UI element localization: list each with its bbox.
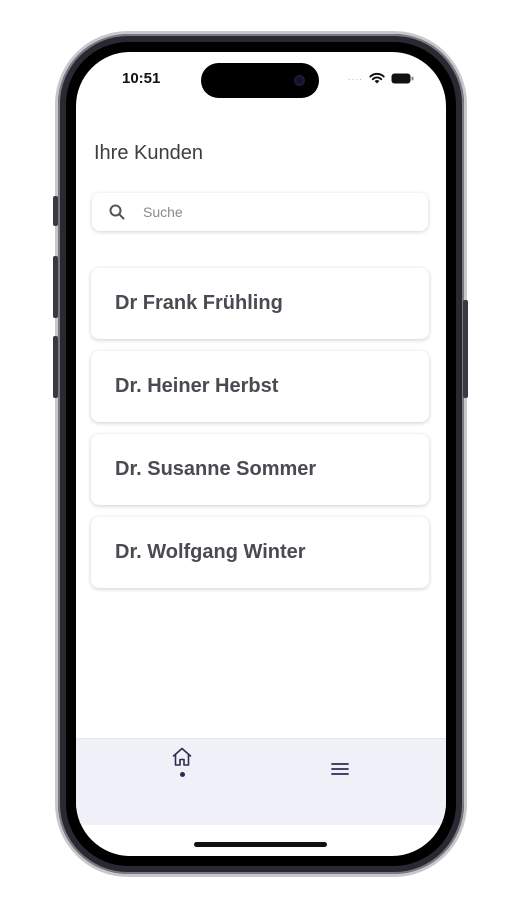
tab-home[interactable]: [168, 745, 196, 789]
status-time: 10:51: [122, 70, 161, 87]
home-icon: [172, 747, 192, 766]
search-input[interactable]: [141, 203, 395, 221]
power-button: [463, 300, 468, 398]
volume-down-button: [53, 336, 58, 398]
screen: 10:51 .... Ihre Kunden Dr Frank Frühling…: [76, 52, 446, 856]
tab-menu[interactable]: [328, 757, 352, 781]
customer-name: Dr. Heiner Herbst: [115, 375, 279, 397]
customer-card[interactable]: Dr Frank Frühling: [91, 268, 429, 339]
tab-bar: [76, 738, 446, 825]
search-bar[interactable]: [92, 193, 428, 231]
customer-name: Dr. Susanne Sommer: [115, 458, 317, 480]
search-icon: [109, 204, 125, 220]
mute-switch: [53, 196, 58, 226]
dynamic-island: [201, 63, 319, 98]
customer-card[interactable]: Dr. Heiner Herbst: [91, 351, 429, 422]
page-title: Ihre Kunden: [94, 142, 203, 164]
customer-card[interactable]: Dr. Wolfgang Winter: [91, 517, 429, 588]
customer-name: Dr Frank Frühling: [115, 292, 283, 314]
active-tab-indicator: [179, 772, 185, 777]
home-indicator[interactable]: [194, 842, 327, 847]
battery-icon: [391, 73, 414, 83]
customer-name: Dr. Wolfgang Winter: [115, 541, 306, 563]
camera-icon: [294, 75, 305, 86]
volume-up-button: [53, 256, 58, 318]
status-icons: ....: [348, 72, 414, 84]
signal-icon: ....: [347, 72, 363, 83]
wifi-icon: [369, 72, 385, 84]
menu-icon: [331, 763, 349, 775]
customer-card[interactable]: Dr. Susanne Sommer: [91, 434, 429, 505]
